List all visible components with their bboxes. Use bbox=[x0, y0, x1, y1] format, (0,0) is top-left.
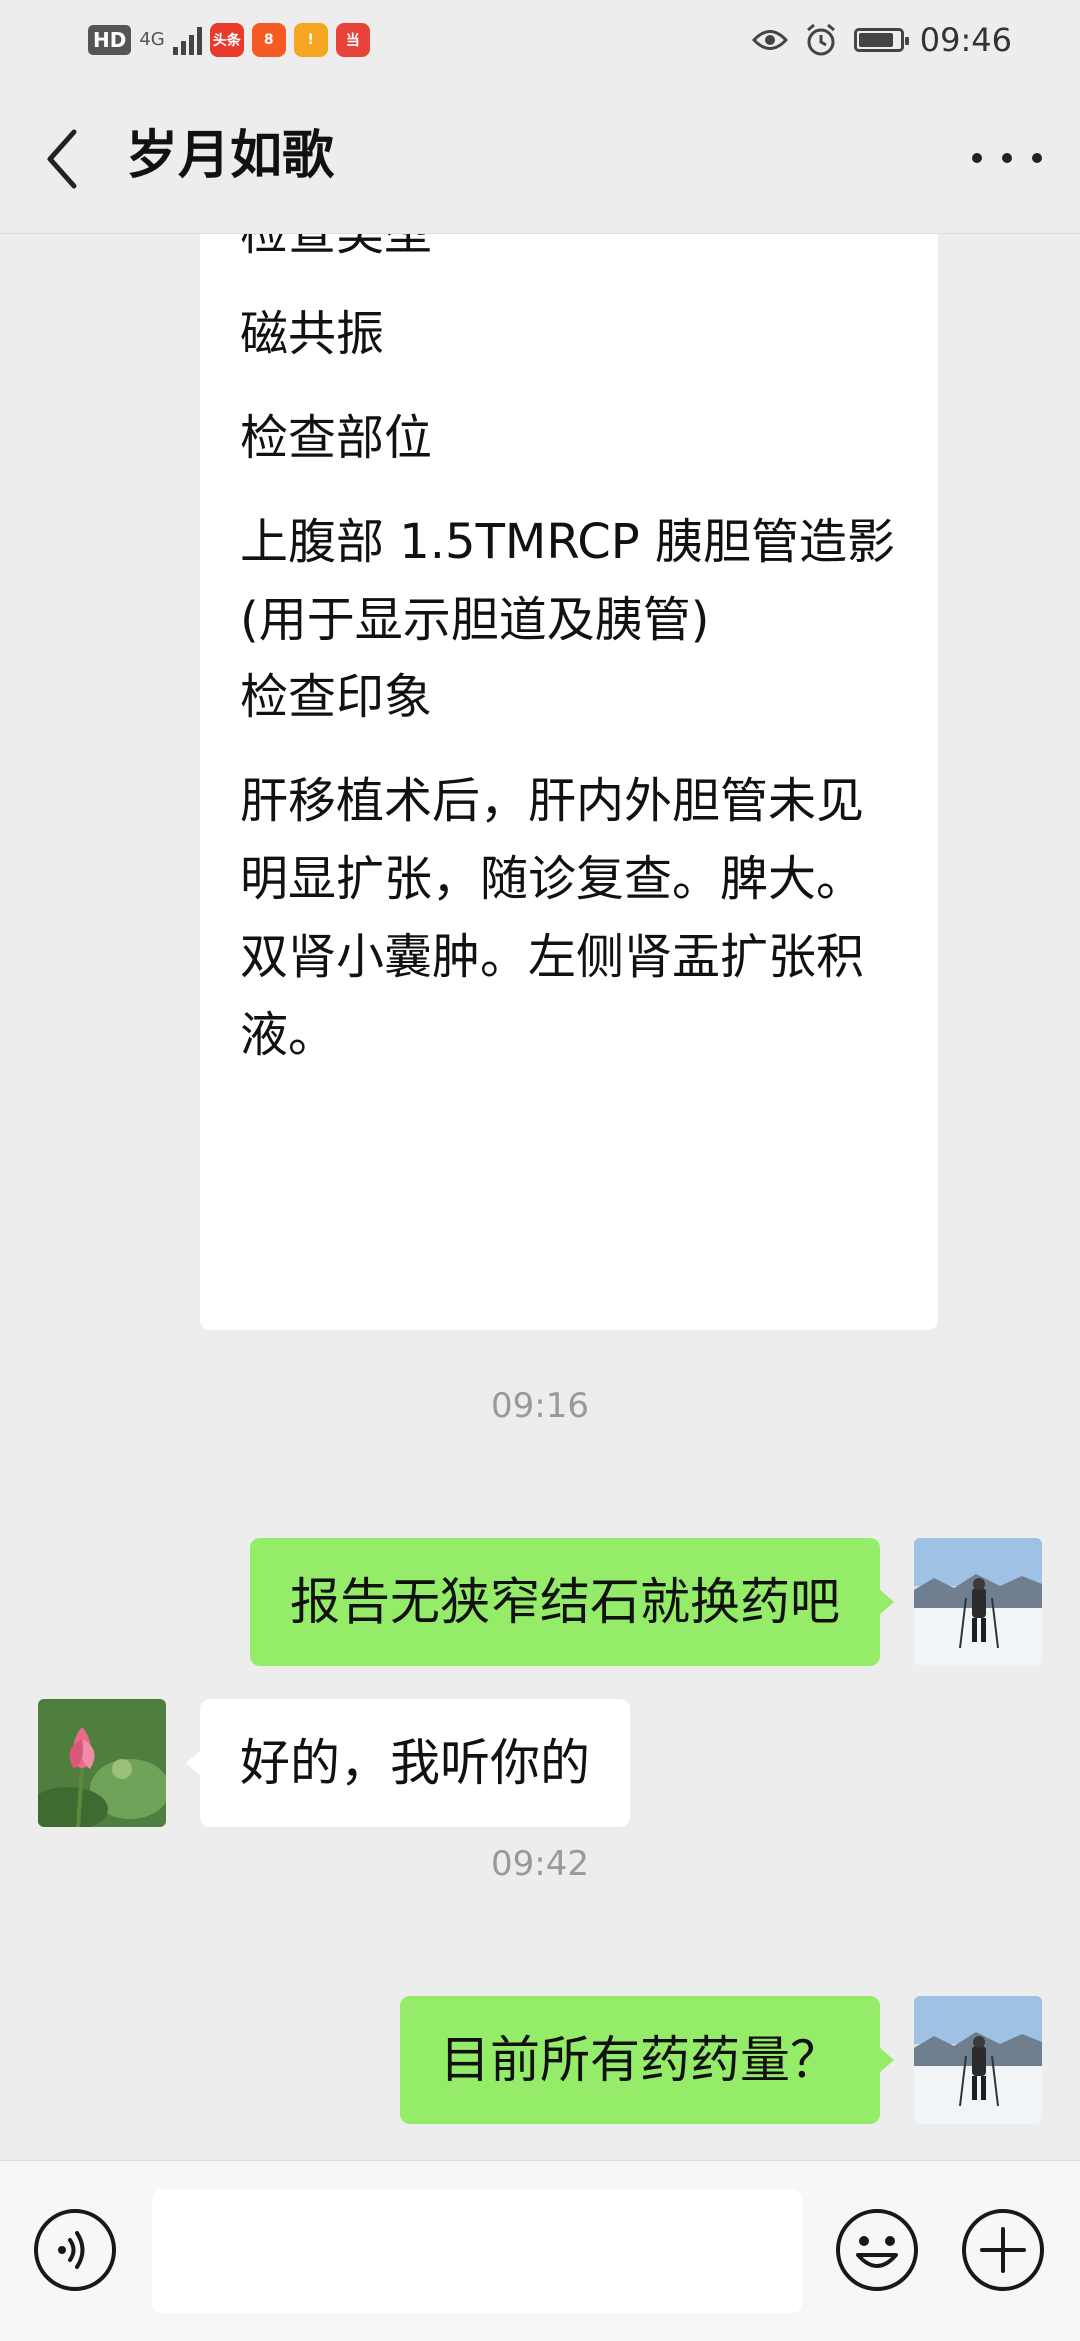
more-dot-icon bbox=[972, 153, 982, 163]
signal-icon bbox=[172, 25, 202, 55]
more-options-button[interactable] bbox=[972, 136, 1042, 180]
more-functions-button[interactable] bbox=[960, 2207, 1046, 2293]
report-message-bubble[interactable]: 检查类型 磁共振 检查部位 上腹部 1.5TMRCP 胰胆管造影(用于显示胆道及… bbox=[200, 234, 938, 1330]
battery-icon bbox=[853, 28, 909, 52]
status-right: 09:46 bbox=[751, 20, 1012, 60]
title-bar: 岁月如歌 bbox=[0, 80, 1080, 234]
battery-level bbox=[858, 33, 893, 47]
smiley-icon bbox=[836, 2209, 918, 2291]
status-time: 09:46 bbox=[919, 21, 1012, 59]
avatar-skier-image bbox=[914, 1996, 1042, 2124]
more-dot-icon bbox=[1002, 153, 1012, 163]
back-arrow-icon bbox=[47, 129, 77, 189]
timestamp: 09:42 bbox=[491, 1844, 589, 1884]
incoming-message[interactable]: 好的，我听你的 bbox=[186, 1699, 630, 1827]
emoji-button[interactable] bbox=[834, 2207, 920, 2293]
alarm-icon bbox=[806, 23, 835, 56]
my-avatar[interactable] bbox=[914, 1538, 1042, 1666]
xiaohongshu-app-icon: 8 bbox=[251, 23, 286, 57]
hd-badge: HD bbox=[88, 25, 132, 55]
input-bar bbox=[0, 2160, 1080, 2341]
more-dot-icon bbox=[1032, 153, 1042, 163]
contact-avatar[interactable] bbox=[38, 1699, 166, 1827]
report-impression-value: 肝移植术后，肝内外胆管未见明显扩张，随诊复查。脾大。双肾小囊肿。左侧肾盂扩张积液… bbox=[240, 773, 865, 1063]
voice-icon bbox=[34, 2209, 116, 2291]
timestamp: 09:16 bbox=[491, 1386, 589, 1426]
status-bar: HD 4G 头条 8 ! 当 09:46 bbox=[0, 0, 1080, 80]
jd-app-icon: 当 bbox=[335, 23, 370, 57]
plus-icon bbox=[962, 2209, 1044, 2291]
message-input[interactable] bbox=[152, 2189, 802, 2313]
voice-input-button[interactable] bbox=[32, 2207, 118, 2293]
chat-area[interactable]: 检查类型 磁共振 检查部位 上腹部 1.5TMRCP 胰胆管造影(用于显示胆道及… bbox=[0, 234, 1080, 2160]
report-cut-line: 检查类型 bbox=[240, 234, 902, 272]
report-part-value: 上腹部 1.5TMRCP 胰胆管造影(用于显示胆道及胰管) bbox=[240, 514, 896, 648]
eye-icon bbox=[751, 30, 788, 50]
avatar-lotus-image bbox=[38, 1699, 166, 1827]
chat-title: 岁月如歌 bbox=[126, 126, 335, 186]
report-type-value: 磁共振 bbox=[240, 306, 385, 362]
avatar-skier-image bbox=[914, 1538, 1042, 1666]
outgoing-message[interactable]: 报告无狭窄结石就换药吧 bbox=[250, 1538, 894, 1666]
pinduoduo-app-icon: ! bbox=[293, 23, 328, 57]
toutiao-app-icon: 头条 bbox=[209, 23, 244, 57]
report-part-label: 检查部位 bbox=[240, 410, 433, 466]
network-type: 4G bbox=[139, 29, 165, 50]
status-left: HD 4G 头条 8 ! 当 bbox=[88, 20, 370, 60]
back-button[interactable] bbox=[38, 124, 88, 194]
my-avatar[interactable] bbox=[914, 1996, 1042, 2124]
report-impression-label: 检查印象 bbox=[240, 669, 433, 725]
outgoing-message[interactable]: 目前所有药药量？ bbox=[400, 1996, 894, 2124]
